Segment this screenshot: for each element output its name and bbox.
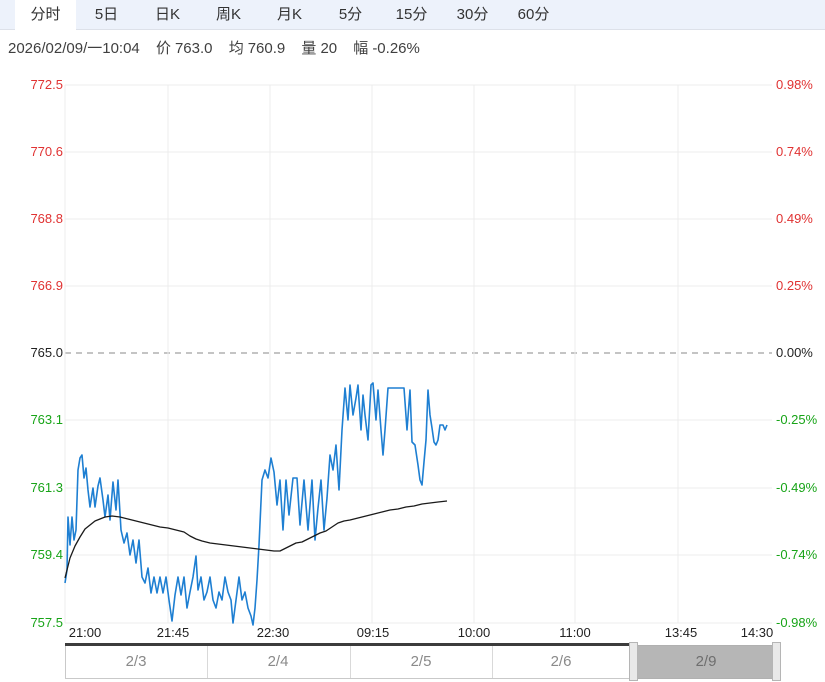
intraday-chart-window: 分时 5日 日K 周K 月K 5分 15分 30分 60分 2026/02/09/一10:04 … (0, 0, 825, 682)
y-axis-label-right: 0.25% (776, 278, 813, 293)
y-axis-label-right: 0.98% (776, 77, 813, 92)
navigator-left-handle[interactable] (629, 642, 638, 681)
y-axis-label-right: 0.49% (776, 211, 813, 226)
x-axis-label: 14:30 (740, 625, 774, 640)
navigator-right-handle[interactable] (772, 642, 781, 681)
y-axis-label-left: 763.1 (30, 412, 63, 427)
x-axis-label: 10:00 (457, 625, 491, 640)
navigator-date-label: 2/9 (695, 653, 717, 670)
y-axis-label-left: 759.4 (30, 547, 63, 562)
navigator-date-label: 2/4 (267, 653, 289, 670)
navigator-date-label: 2/3 (125, 653, 147, 670)
y-axis-label-left: 768.8 (30, 211, 63, 226)
y-axis-label-right: 0.00% (776, 345, 813, 360)
y-axis-label-left: 766.9 (30, 278, 63, 293)
y-axis-label-right: 0.74% (776, 144, 813, 159)
y-axis-label-right: -0.25% (776, 412, 818, 427)
x-axis-label: 09:15 (356, 625, 390, 640)
y-axis-label-left: 770.6 (30, 144, 63, 159)
navigator-section-divider (207, 646, 208, 678)
y-axis-label-left: 772.5 (30, 77, 63, 92)
navigator-date-label: 2/5 (410, 653, 432, 670)
x-axis-label: 22:30 (256, 625, 290, 640)
y-axis-label-left: 761.3 (30, 480, 63, 495)
x-axis-label: 13:45 (664, 625, 698, 640)
x-axis-label: 11:00 (559, 625, 591, 640)
x-axis-label: 21:45 (156, 625, 190, 640)
navigator-top-bar (65, 643, 629, 646)
x-axis-label: 21:00 (68, 625, 102, 640)
plot-area[interactable] (65, 85, 772, 623)
navigator-section-divider (492, 646, 493, 678)
navigator-date-label: 2/6 (550, 653, 572, 670)
y-axis-label-right: -0.74% (776, 547, 818, 562)
y-axis-label-right: -0.49% (776, 480, 818, 495)
y-axis-label-left: 765.0 (30, 345, 63, 360)
intraday-chart-svg (64, 84, 773, 678)
navigator-section-divider (350, 646, 351, 678)
